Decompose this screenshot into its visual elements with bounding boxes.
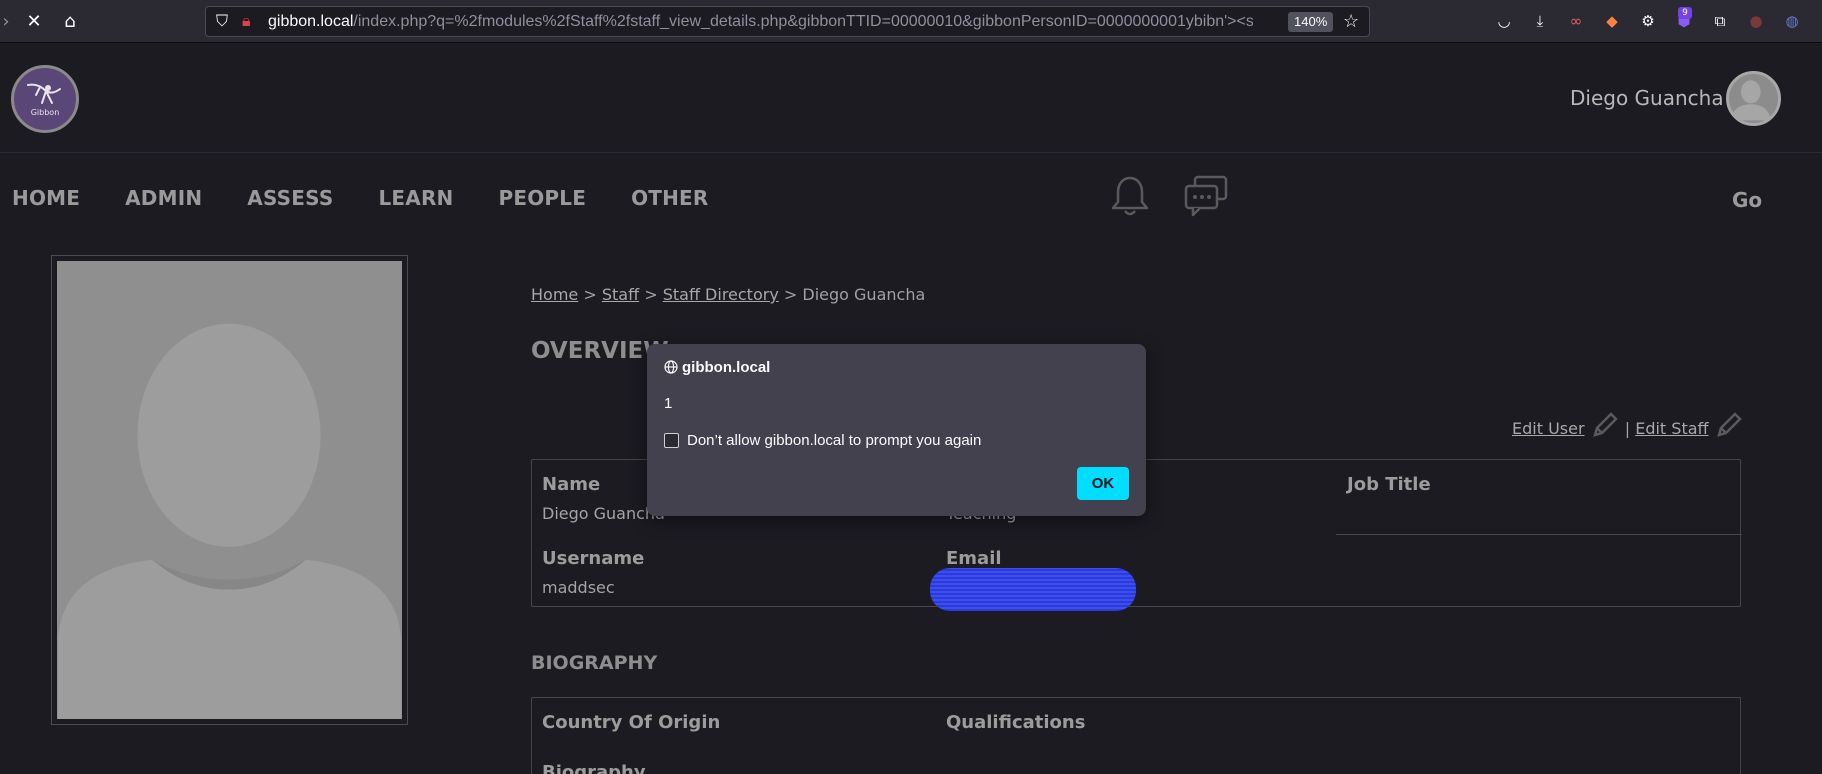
email-redacted	[930, 568, 1136, 611]
username-label: Username	[542, 548, 645, 569]
nav-admin[interactable]: ADMIN	[125, 186, 202, 210]
bookmark-star-icon[interactable]: ☆	[1343, 7, 1359, 36]
edit-user-link[interactable]: Edit User	[1512, 419, 1585, 438]
downloads-icon[interactable]: ⤓	[1529, 10, 1551, 32]
url-bar[interactable]: ⛉ 🔒︎ gibbon.local/index.php?q=%2fmodules…	[205, 6, 1370, 37]
extensions-icon[interactable]: ⧉	[1709, 10, 1731, 32]
extension-gear-icon[interactable]: ⚙	[1637, 10, 1659, 32]
extension-fox-icon[interactable]: ◆	[1601, 10, 1623, 32]
go-button[interactable]: Go	[1732, 188, 1762, 212]
dialog-message: 1	[664, 395, 673, 412]
zoom-indicator[interactable]: 140%	[1288, 12, 1334, 32]
dialog-title: gibbon.local	[664, 359, 770, 376]
stop-icon[interactable]: ✕	[20, 8, 48, 36]
forward-icon[interactable]: ›	[0, 8, 20, 36]
browser-toolbar: › ✕ ⌂ ⛉ 🔒︎ gibbon.local/index.php?q=%2fm…	[0, 0, 1822, 43]
extension-mask-icon[interactable]: ∞	[1565, 10, 1587, 32]
breadcrumb-staff[interactable]: Staff	[602, 285, 639, 304]
avatar-silhouette-icon	[1730, 80, 1771, 121]
username-value: maddsec	[542, 578, 615, 597]
country-of-origin-label: Country Of Origin	[542, 712, 721, 733]
edit-links: Edit User | Edit Staff	[1512, 410, 1744, 440]
qualifications-label: Qualifications	[946, 712, 1086, 733]
breadcrumb: Home > Staff > Staff Directory > Diego G…	[531, 285, 926, 304]
logo-text: Gibbon	[30, 108, 60, 117]
user-name[interactable]: Diego Guancha	[1570, 86, 1724, 110]
edit-staff-link[interactable]: Edit Staff	[1635, 419, 1708, 438]
extension-badge: 9	[1678, 7, 1692, 19]
pencil-icon[interactable]	[1714, 410, 1744, 440]
profile-photo	[57, 261, 402, 719]
main-nav: HOME ADMIN ASSESS LEARN PEOPLE OTHER	[12, 186, 754, 210]
globe-icon	[664, 360, 678, 374]
alert-dialog: gibbon.local 1 Don’t allow gibbon.local …	[647, 344, 1146, 516]
gibbon-figure-icon	[27, 83, 61, 104]
header-divider	[0, 152, 1822, 153]
breadcrumb-staff-directory[interactable]: Staff Directory	[663, 285, 779, 304]
messages-icon[interactable]	[1183, 174, 1229, 218]
nav-home[interactable]: HOME	[12, 186, 80, 210]
bell-icon[interactable]	[1110, 174, 1150, 218]
biography-heading: BIOGRAPHY	[531, 652, 658, 674]
job-title-label: Job Title	[1347, 474, 1431, 495]
person-silhouette-icon	[57, 323, 402, 719]
biography-table	[531, 697, 1741, 774]
dialog-checkbox-row[interactable]: Don’t allow gibbon.local to prompt you a…	[664, 432, 981, 449]
url-text[interactable]: gibbon.local/index.php?q=%2fmodules%2fSt…	[268, 7, 1253, 36]
breadcrumb-home[interactable]: Home	[531, 285, 578, 304]
pocket-icon[interactable]: ◡	[1493, 10, 1515, 32]
dont-allow-checkbox[interactable]	[664, 433, 679, 448]
dont-allow-label: Don’t allow gibbon.local to prompt you a…	[687, 432, 982, 449]
nav-assess[interactable]: ASSESS	[247, 186, 333, 210]
profile-photo-frame	[51, 255, 408, 725]
email-label: Email	[946, 548, 1002, 569]
biography-label: Biography	[542, 762, 646, 774]
nav-other[interactable]: OTHER	[631, 186, 708, 210]
extension-globe-icon[interactable]: ◍	[1781, 10, 1803, 32]
user-avatar[interactable]	[1726, 71, 1781, 126]
nav-learn[interactable]: LEARN	[378, 186, 453, 210]
home-icon[interactable]: ⌂	[56, 8, 84, 36]
ok-button[interactable]: OK	[1077, 467, 1129, 500]
gibbon-logo[interactable]: Gibbon	[11, 65, 79, 133]
breadcrumb-current: Diego Guancha	[802, 285, 926, 304]
lock-icon[interactable]: 🔒︎	[242, 7, 251, 36]
pencil-icon[interactable]	[1590, 410, 1620, 440]
shield-icon[interactable]: ⛉	[216, 7, 228, 36]
extension-dot-icon[interactable]: ●	[1745, 10, 1767, 32]
nav-people[interactable]: PEOPLE	[498, 186, 586, 210]
name-label: Name	[542, 474, 601, 495]
job-title-divider	[1336, 534, 1742, 535]
